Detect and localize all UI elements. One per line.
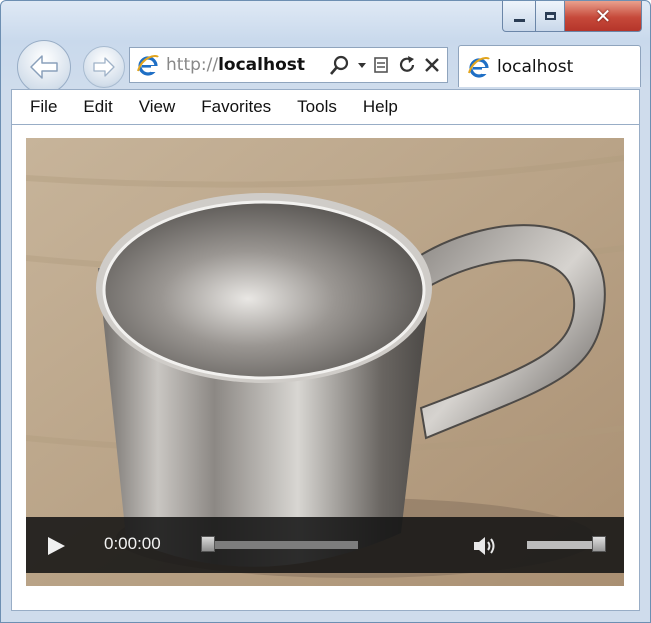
minimize-button[interactable]	[502, 1, 536, 32]
speaker-icon[interactable]	[472, 535, 498, 557]
window-controls: ✕	[502, 1, 642, 32]
maximize-button[interactable]	[536, 1, 565, 32]
forward-arrow-icon	[93, 57, 115, 77]
current-time: 0:00:00	[104, 534, 161, 553]
close-button[interactable]: ✕	[565, 1, 642, 32]
tab-localhost[interactable]: localhost	[458, 45, 641, 87]
menu-favorites[interactable]: Favorites	[188, 97, 284, 117]
ie-icon	[468, 56, 490, 78]
close-icon: ✕	[594, 4, 612, 28]
menu-bar: File Edit View Favorites Tools Help	[11, 89, 640, 125]
minimize-icon	[513, 18, 525, 22]
forward-button[interactable]	[83, 46, 125, 88]
tab-label: localhost	[497, 56, 574, 77]
menu-view[interactable]: View	[126, 97, 189, 117]
dropdown-icon[interactable]	[357, 54, 367, 76]
seek-bar[interactable]	[207, 541, 358, 549]
refresh-icon[interactable]	[397, 54, 417, 76]
menu-file[interactable]: File	[12, 97, 70, 117]
search-icon[interactable]	[329, 54, 351, 76]
menu-edit[interactable]: Edit	[70, 97, 125, 117]
volume-thumb[interactable]	[592, 536, 607, 552]
url-text[interactable]: http://localhost	[166, 55, 305, 75]
video-controls: 0:00:00	[26, 517, 624, 573]
play-icon[interactable]	[46, 536, 66, 556]
back-arrow-icon	[30, 55, 58, 79]
seek-thumb[interactable]	[201, 536, 215, 552]
ie-icon	[137, 54, 159, 76]
compat-view-icon[interactable]	[373, 54, 391, 76]
address-tools	[329, 54, 441, 76]
url-host: localhost	[218, 55, 306, 75]
address-bar[interactable]: http://localhost	[129, 47, 448, 83]
volume-bar[interactable]	[527, 541, 602, 549]
back-button[interactable]	[17, 40, 71, 94]
url-scheme: http://	[166, 55, 219, 75]
maximize-icon	[544, 12, 556, 20]
menu-help[interactable]: Help	[350, 97, 411, 117]
menu-tools[interactable]: Tools	[284, 97, 350, 117]
stop-icon[interactable]	[423, 54, 441, 76]
